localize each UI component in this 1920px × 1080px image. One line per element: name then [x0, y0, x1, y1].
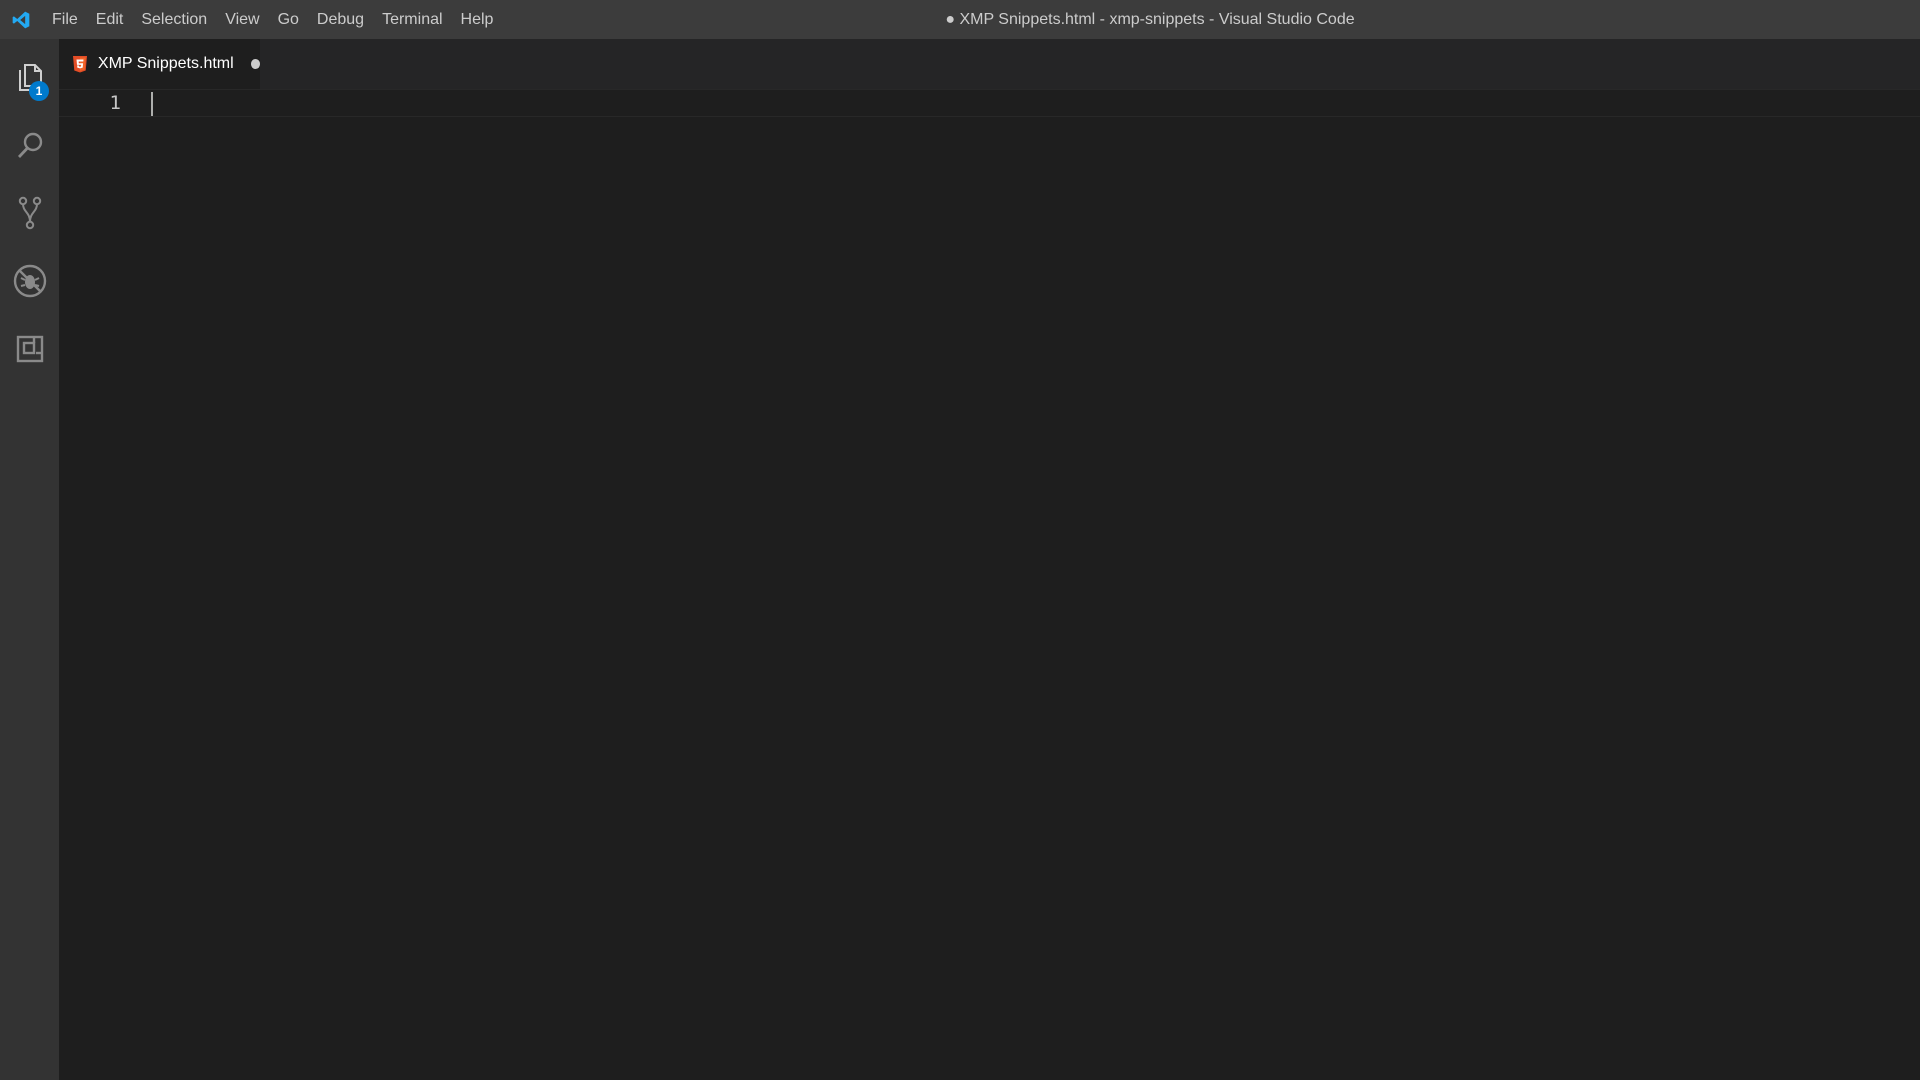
- menu-debug[interactable]: Debug: [308, 0, 373, 39]
- tab-label: XMP Snippets.html: [97, 55, 234, 72]
- tab-xmp-snippets-html[interactable]: XMP Snippets.html: [59, 39, 260, 89]
- activity-search[interactable]: [0, 113, 59, 181]
- activity-extensions[interactable]: [0, 317, 59, 385]
- menu-help[interactable]: Help: [452, 0, 503, 39]
- vscode-logo-icon: [0, 0, 42, 39]
- menu-edit[interactable]: Edit: [87, 0, 133, 39]
- menu-go[interactable]: Go: [269, 0, 308, 39]
- menu-selection[interactable]: Selection: [132, 0, 216, 39]
- menu-bar: File Edit Selection View Go Debug Termin…: [43, 0, 502, 39]
- extensions-icon: [15, 334, 45, 369]
- title-bar: File Edit Selection View Go Debug Termin…: [0, 0, 1920, 39]
- html5-icon: [73, 55, 88, 73]
- activity-debug[interactable]: [0, 249, 59, 317]
- editor-tabs-bar: XMP Snippets.html: [59, 39, 1920, 89]
- menu-view[interactable]: View: [216, 0, 268, 39]
- text-cursor: [151, 92, 153, 116]
- current-line-highlight: [59, 89, 1920, 117]
- menu-terminal[interactable]: Terminal: [373, 0, 451, 39]
- unsaved-dot-icon[interactable]: [250, 59, 260, 69]
- debug-icon: [13, 264, 47, 303]
- explorer-badge: 1: [29, 81, 49, 101]
- activity-bar: 1: [0, 39, 59, 1080]
- source-control-icon: [15, 196, 45, 235]
- line-number: 1: [109, 92, 121, 114]
- menu-file[interactable]: File: [43, 0, 87, 39]
- activity-source-control[interactable]: [0, 181, 59, 249]
- code-editor[interactable]: 1: [59, 89, 1920, 1080]
- search-icon: [15, 130, 45, 165]
- activity-explorer[interactable]: 1: [0, 45, 59, 113]
